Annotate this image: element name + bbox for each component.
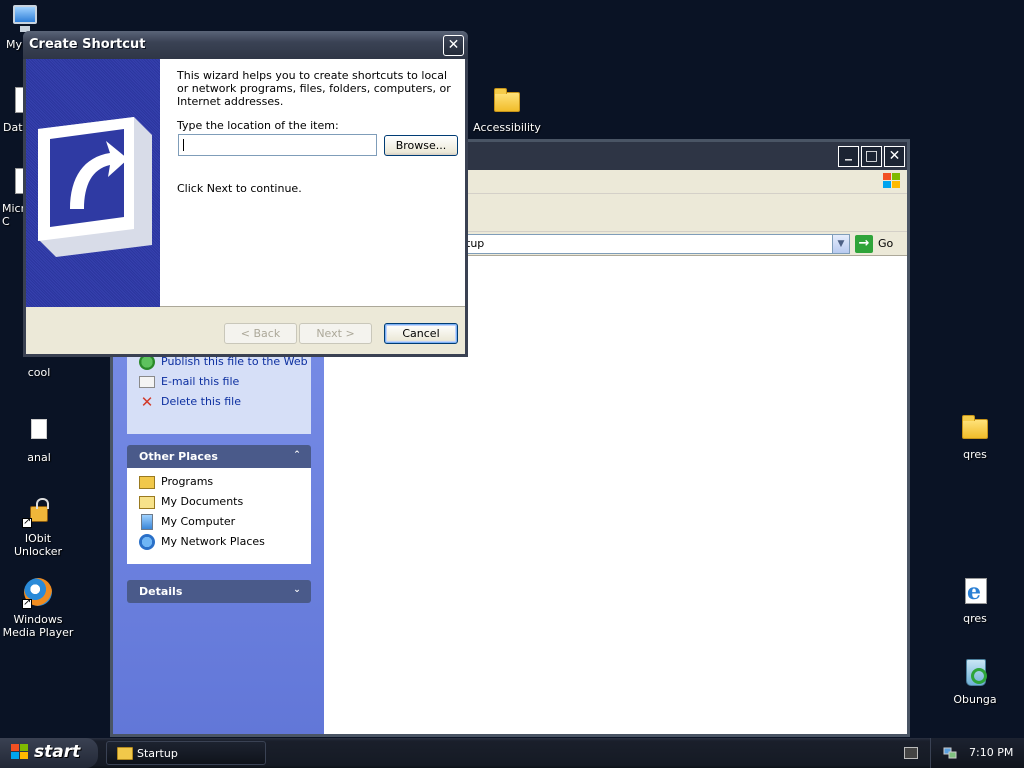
folder-icon xyxy=(959,412,991,444)
collapse-chevron-icon[interactable]: ⌃ xyxy=(289,449,305,465)
desktop-icon-anal[interactable]: anal xyxy=(1,415,77,464)
windows-logo-icon xyxy=(881,172,901,190)
place-label: My Network Places xyxy=(161,535,265,548)
panel-title: Details xyxy=(139,585,183,598)
dialog-title: Create Shortcut xyxy=(29,37,146,52)
email-icon xyxy=(139,376,155,388)
details-header[interactable]: Details ⌄ xyxy=(127,580,311,603)
lock-icon xyxy=(22,496,54,528)
start-button[interactable]: start xyxy=(0,738,98,768)
network-places-icon xyxy=(139,534,155,550)
start-label: start xyxy=(34,742,81,762)
internet-explorer-icon xyxy=(959,576,991,608)
expand-chevron-icon[interactable]: ⌄ xyxy=(289,584,305,600)
details-panel: Details ⌄ xyxy=(127,580,311,603)
taskbar: start Startup 7:10 PM xyxy=(0,738,1024,768)
network-tray-icon[interactable] xyxy=(942,745,958,761)
text-caret xyxy=(183,139,184,151)
cancel-button[interactable]: Cancel xyxy=(384,323,458,344)
place-my-computer[interactable]: My Computer xyxy=(137,514,301,534)
other-places-header[interactable]: Other Places ⌃ xyxy=(127,445,311,468)
address-value: tup xyxy=(466,237,485,250)
desktop-icon-obunga[interactable]: Obunga xyxy=(937,657,1013,706)
my-computer-icon xyxy=(9,2,41,34)
task-label: E-mail this file xyxy=(161,375,240,388)
programs-folder-icon xyxy=(139,476,155,489)
desktop-icon-label: Accessibility xyxy=(473,121,541,134)
place-network-places[interactable]: My Network Places xyxy=(137,534,301,554)
desktop-icon-qres-folder[interactable]: qres xyxy=(937,412,1013,461)
shortcut-wizard-icon xyxy=(38,117,152,257)
wizard-banner xyxy=(26,59,160,307)
address-dropdown-button[interactable]: ▼ xyxy=(832,235,849,253)
shortcut-arrow-icon xyxy=(22,596,32,609)
shortcut-arrow-icon xyxy=(22,515,32,528)
media-player-icon xyxy=(22,577,54,609)
back-button[interactable]: < Back xyxy=(224,323,297,344)
continue-instruction: Click Next to continue. xyxy=(177,182,302,195)
desktop-icon-label: IObit Unlocker xyxy=(13,532,63,558)
desktop-icon-label: anal xyxy=(27,451,51,464)
desktop-icon-windows-media-player[interactable]: Windows Media Player xyxy=(0,577,76,639)
task-label: Delete this file xyxy=(161,395,241,408)
close-button[interactable]: ✕ xyxy=(884,146,905,167)
wizard-intro-text: This wizard helps you to create shortcut… xyxy=(177,69,451,108)
browse-button[interactable]: Browse... xyxy=(384,135,458,156)
windows-logo-icon xyxy=(11,744,30,761)
taskbar-button-label: Startup xyxy=(137,747,178,760)
desktop-icon-label: Obunga xyxy=(953,693,997,706)
place-programs[interactable]: Programs xyxy=(137,474,301,494)
place-label: Programs xyxy=(161,475,214,488)
next-button[interactable]: Next > xyxy=(299,323,372,344)
desktop-icon-label: cool xyxy=(27,366,51,379)
my-computer-icon xyxy=(141,514,153,530)
desktop-icon-label: Windows Media Player xyxy=(2,613,74,639)
my-documents-icon xyxy=(139,496,155,509)
location-input[interactable] xyxy=(178,134,377,156)
minimize-button[interactable]: _ xyxy=(838,146,859,167)
system-tray: 7:10 PM xyxy=(930,738,1024,768)
dialog-close-button[interactable]: ✕ xyxy=(443,35,464,56)
document-icon xyxy=(23,415,55,447)
go-arrow-icon: → xyxy=(855,235,873,253)
taskbar-button-startup[interactable]: Startup xyxy=(106,741,266,765)
recycle-bin-icon xyxy=(959,657,991,689)
create-shortcut-dialog[interactable]: Create Shortcut ✕ This wizard helps you … xyxy=(23,31,468,357)
place-label: My Computer xyxy=(161,515,236,528)
folder-icon xyxy=(117,747,133,760)
other-places-panel: Other Places ⌃ Programs My Documents My … xyxy=(127,445,311,564)
desktop-icon-accessibility[interactable]: Accessibility xyxy=(469,85,545,134)
place-label: My Documents xyxy=(161,495,244,508)
go-button[interactable]: → Go xyxy=(855,234,903,254)
clock[interactable]: 7:10 PM xyxy=(969,746,1013,759)
desktop-icon-iobit-unlocker[interactable]: IObit Unlocker xyxy=(0,496,76,558)
location-label: Type the location of the item: xyxy=(177,119,339,132)
task-publish-web[interactable]: Publish this file to the Web xyxy=(137,354,308,374)
folder-icon xyxy=(491,85,523,117)
desktop-icon-label: qres xyxy=(963,612,987,625)
file-tasks-panel: Publish this file to the Web E-mail this… xyxy=(127,346,311,434)
delete-icon: ✕ xyxy=(140,393,154,411)
dialog-title-bar[interactable]: Create Shortcut ✕ xyxy=(23,31,468,59)
go-label: Go xyxy=(878,237,894,250)
maximize-button[interactable]: □ xyxy=(861,146,882,167)
task-delete-file[interactable]: ✕ Delete this file xyxy=(137,394,301,414)
keyboard-icon[interactable] xyxy=(904,747,918,759)
wizard-body: This wizard helps you to create shortcut… xyxy=(26,59,465,307)
desktop-icon-label: qres xyxy=(963,448,987,461)
task-email-file[interactable]: E-mail this file xyxy=(137,374,301,394)
desktop-icon-qres-ie[interactable]: qres xyxy=(937,576,1013,625)
place-my-documents[interactable]: My Documents xyxy=(137,494,301,514)
panel-title: Other Places xyxy=(139,450,218,463)
